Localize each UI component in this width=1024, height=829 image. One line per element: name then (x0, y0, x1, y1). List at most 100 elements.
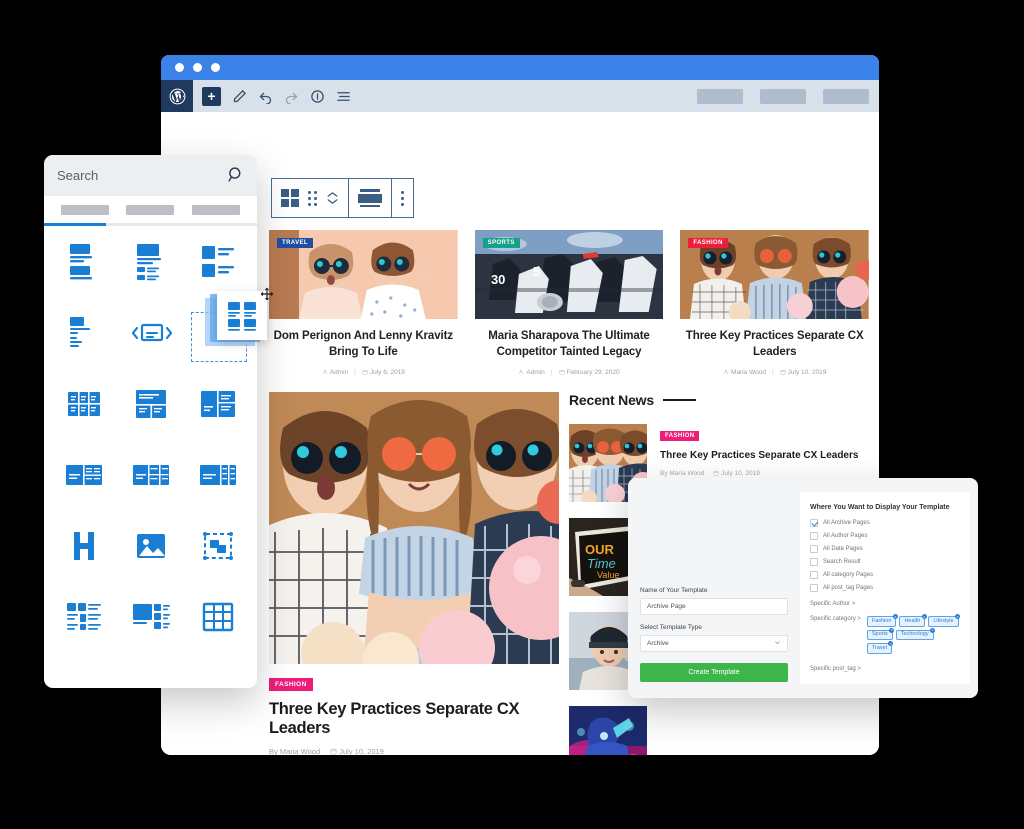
heading-rule (662, 399, 696, 401)
featured-post-tag[interactable]: FASHION (269, 678, 313, 691)
post-list-side-thumb-icon[interactable] (194, 240, 242, 284)
post-split-grid-icon[interactable] (194, 382, 242, 426)
category-tag[interactable]: Sports × (866, 627, 895, 640)
tab-reusable[interactable] (192, 204, 241, 215)
post-mixed-col-icon[interactable] (194, 453, 242, 497)
checkbox-row[interactable]: All category Pages (810, 571, 960, 579)
undo-icon[interactable] (258, 89, 273, 104)
pencil-icon[interactable] (232, 89, 247, 104)
tab-patterns[interactable] (126, 204, 175, 215)
add-block-button[interactable]: + (202, 86, 221, 106)
template-type-value: Archive (647, 640, 669, 647)
list-view-icon[interactable] (336, 89, 351, 104)
featured-post-title[interactable]: Three Key Practices Separate CX Leaders (269, 700, 559, 738)
post-title[interactable]: Maria Sharapova The Ultimate Competitor … (475, 329, 664, 360)
checkbox-label: All Archive Pages (823, 520, 870, 526)
category-tag[interactable]: Lifestyle × (928, 614, 961, 627)
post-category-tag[interactable]: TRAVEL (277, 238, 313, 248)
post-title[interactable]: Three Key Practices Separate CX Leaders (680, 329, 869, 360)
featured-post-meta: By Maria Wood July 10, 2019 (269, 747, 559, 755)
featured-post-author: By Maria Wood (269, 747, 321, 755)
checkbox-row[interactable]: Search Result (810, 558, 960, 566)
svg-text:5: 5 (533, 264, 540, 279)
info-icon[interactable] (310, 89, 325, 104)
toolbar-placeholder-3[interactable] (823, 88, 869, 104)
checkbox-row[interactable]: All Author Pages (810, 532, 960, 540)
post-list-thumb-icon[interactable] (60, 595, 108, 639)
post-meta: Maria Wood | July 10, 2019 (680, 369, 869, 376)
svg-text:30: 30 (491, 272, 505, 287)
category-tag[interactable]: Technology × (895, 627, 936, 640)
post-card[interactable]: TRAVEL Dom Perignon And Lenny Kravitz Br… (269, 230, 458, 376)
post-feature-list-icon[interactable] (127, 595, 175, 639)
move-chevrons-icon[interactable] (326, 191, 339, 205)
window-dot-close[interactable] (175, 63, 184, 72)
checkbox-search-result[interactable] (810, 558, 818, 566)
search-icon[interactable] (227, 166, 244, 186)
checkbox-all-date-pages[interactable] (810, 545, 818, 553)
post-list-with-items-icon[interactable] (127, 240, 175, 284)
post-two-col-icon[interactable] (60, 453, 108, 497)
checkbox-row[interactable]: All Archive Pages (810, 519, 960, 527)
wordpress-editor-toolbar: + (161, 80, 879, 112)
image-icon[interactable] (127, 524, 175, 568)
checkbox-all-author-pages[interactable] (810, 532, 818, 540)
post-card[interactable]: 30 5 SPORTS Maria Sharapova The Ultimate … (474, 230, 664, 376)
grid-block-icon[interactable] (281, 189, 299, 207)
post-feature-grid-icon[interactable] (127, 382, 175, 426)
recent-news-tag[interactable]: FASHION (660, 431, 700, 441)
toolbar-placeholder-2[interactable] (760, 88, 806, 104)
post-three-col-icon[interactable] (127, 453, 175, 497)
search-input[interactable]: Search (57, 168, 98, 183)
template-form-column: Name of Your Template Archive Page Selec… (628, 478, 800, 698)
recent-news-meta: By Maria Wood July 10, 2019 (660, 470, 858, 477)
heading-icon[interactable] (60, 524, 108, 568)
featured-post[interactable]: FASHION Three Key Practices Separate CX … (269, 392, 559, 755)
specific-author-label: Specific Author > (810, 601, 856, 607)
template-name-input[interactable]: Archive Page (640, 598, 788, 615)
recent-news-title[interactable]: Three Key Practices Separate CX Leaders (660, 449, 858, 463)
remove-tag-icon: × (930, 627, 936, 633)
specific-category-row[interactable]: Specific category > Fashion × Health × Lif… (810, 614, 961, 654)
recent-news-thumbnail (569, 706, 647, 755)
specific-author-row[interactable]: Specific Author > (810, 601, 960, 607)
post-author: Admin (518, 369, 545, 376)
table-grid-icon[interactable] (194, 595, 242, 639)
specific-post-tag-row[interactable]: Specific post_tag > (810, 666, 960, 672)
post-title[interactable]: Dom Perignon And Lenny Kravitz Bring To … (269, 329, 458, 360)
window-dot-minimize[interactable] (193, 63, 202, 72)
template-type-select[interactable]: Archive (640, 635, 788, 652)
post-card-list-icon[interactable] (60, 311, 108, 355)
wordpress-logo-icon[interactable] (161, 80, 193, 112)
post-grid-6-icon[interactable] (60, 382, 108, 426)
align-icon[interactable] (349, 179, 392, 217)
search-bar[interactable]: Search (44, 155, 257, 196)
checkbox-row[interactable]: All Date Pages (810, 545, 960, 553)
window-dot-maximize[interactable] (211, 63, 220, 72)
category-tag-list: Fashion × Health × Lifestyle × Sports × Tech… (866, 614, 961, 654)
toolbar-placeholder-1[interactable] (697, 88, 743, 104)
three-women-sunglasses-balloons-image (269, 392, 559, 664)
checkbox-all-post-tag-pages[interactable] (810, 584, 818, 592)
list-item[interactable]: By Gloria Harvey June 30, 2019 (569, 706, 869, 755)
create-template-panel: Name of Your Template Archive Page Selec… (628, 478, 978, 698)
category-tag[interactable]: Health × (899, 614, 927, 627)
post-category-tag[interactable]: SPORTS (482, 238, 520, 248)
create-template-button[interactable]: Create Template (640, 663, 788, 682)
more-options-icon[interactable] (392, 179, 413, 217)
redo-icon[interactable] (284, 89, 299, 104)
post-category-tag[interactable]: FASHION (688, 238, 728, 248)
drag-handle-icon[interactable] (308, 190, 317, 206)
tab-blocks[interactable] (60, 204, 109, 215)
category-tag[interactable]: Travel × (866, 641, 894, 654)
checkbox-row[interactable]: All post_tag Pages (810, 584, 960, 592)
category-tag[interactable]: Fashion × (866, 614, 898, 627)
post-card[interactable]: FASHION Three Key Practices Separate CX … (680, 230, 870, 376)
checkbox-all-category-pages[interactable] (810, 571, 818, 579)
post-list-stacked-icon[interactable] (60, 240, 108, 284)
post-slider-icon[interactable] (127, 311, 175, 355)
featured-post-date: July 10, 2019 (330, 747, 384, 755)
checkbox-all-archive-pages[interactable] (810, 519, 818, 527)
group-icon[interactable] (194, 524, 242, 568)
recent-news-body: By Gloria Harvey June 30, 2019 (660, 729, 767, 755)
